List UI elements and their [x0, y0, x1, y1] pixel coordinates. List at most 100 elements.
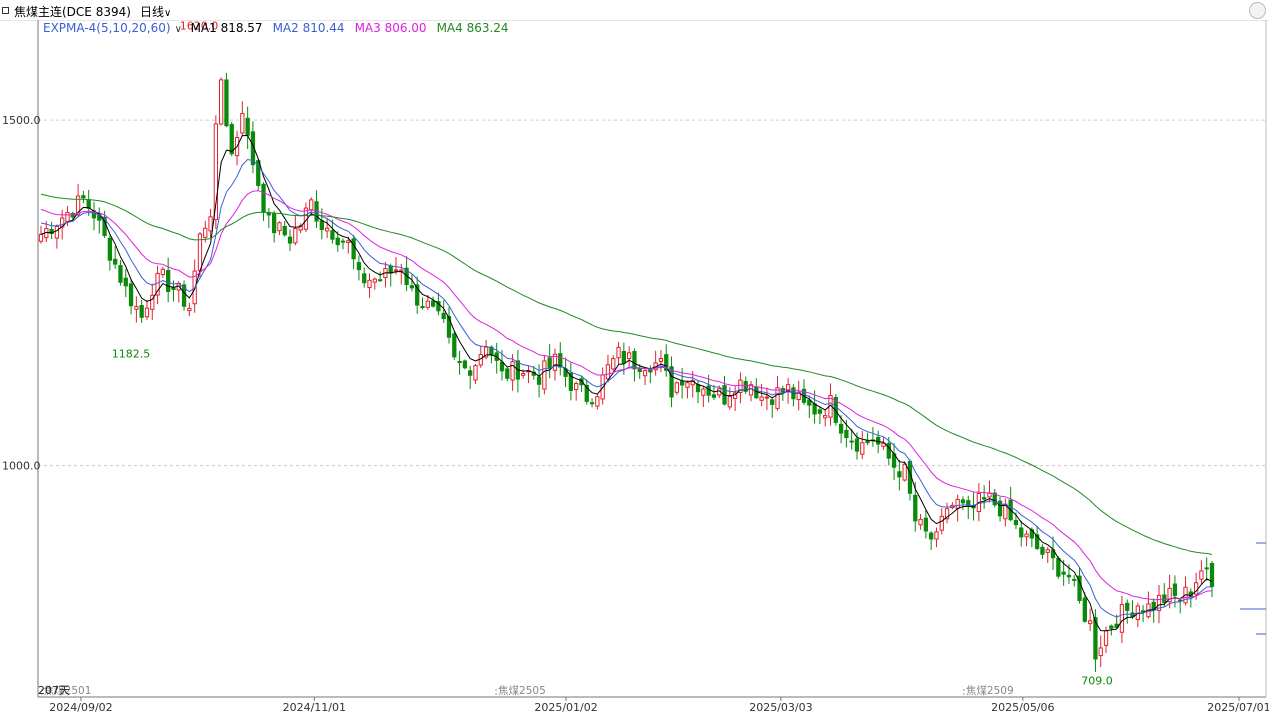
candle-down [1019, 527, 1024, 538]
bar-count-label: 207天 [38, 684, 70, 697]
y-tick-label: 1000.0 [2, 460, 41, 473]
candle-up [987, 492, 992, 498]
candle-down [1209, 563, 1215, 587]
candle-up [727, 396, 732, 408]
candle-up [510, 361, 515, 381]
ma-legend-2: MA2 810.44 [273, 21, 345, 35]
candle-up [775, 387, 780, 409]
candle-down [854, 438, 860, 452]
candle-down [589, 402, 595, 405]
candle-down [838, 423, 844, 434]
candle-down [319, 220, 324, 231]
candle-down [982, 497, 987, 500]
extreme-label: 709.0 [1081, 675, 1113, 688]
candle-down [1204, 567, 1209, 570]
candle-up [187, 307, 192, 312]
candle-up [1024, 533, 1029, 538]
candle-down [1066, 574, 1072, 578]
candle-up [759, 396, 764, 401]
candle-down [377, 279, 383, 282]
candle-down [865, 440, 870, 444]
candle-up [918, 518, 923, 526]
candle-up [203, 227, 208, 238]
candle-down [123, 277, 128, 287]
candle-up [860, 442, 865, 455]
candle-down [287, 236, 293, 244]
candle-down [1013, 520, 1019, 526]
candle-up [346, 240, 351, 244]
candle-up [144, 307, 150, 318]
candle-up [939, 515, 944, 531]
candle-down [420, 306, 425, 309]
candle-down [706, 385, 711, 396]
kline-chart[interactable]: 1500.0 1000.0 2024/09/02 2024/11/01 2025/01/… [0, 0, 1269, 715]
candle-up [902, 463, 907, 481]
candle-down [632, 351, 637, 370]
candle-up [372, 278, 377, 283]
candle-down [335, 237, 340, 246]
candle-up [642, 370, 648, 377]
x-tick-label: 2024/11/01 [283, 701, 346, 714]
candle-down [876, 436, 881, 445]
candle-down [128, 283, 134, 307]
candle-down [245, 117, 250, 136]
candle-up [240, 113, 245, 134]
candle-up [823, 415, 828, 419]
candle-down [1109, 625, 1114, 629]
candle-down [505, 368, 510, 379]
candle-down [1172, 583, 1178, 596]
candle-down [1056, 557, 1061, 577]
candle-down [261, 183, 266, 213]
candle-down [409, 285, 415, 289]
candle-up [934, 531, 939, 540]
ma-legend-3: MA3 806.00 [355, 21, 427, 35]
candle-up [595, 396, 600, 407]
candle-down [81, 195, 86, 199]
candle-down [224, 79, 229, 127]
candle-down [849, 440, 854, 443]
candle-down [282, 225, 287, 236]
x-tick-label: 2025/07/01 [1207, 701, 1269, 714]
candle-down [118, 265, 123, 283]
candle-up [277, 222, 282, 232]
candle-down [441, 312, 446, 320]
candle-down [1040, 546, 1045, 555]
candle-up [1103, 630, 1109, 646]
candle-down [695, 384, 701, 393]
y-tick-label: 1500.0 [2, 114, 41, 127]
candle-down [388, 265, 393, 274]
candle-up [1087, 620, 1093, 625]
candle-down [271, 213, 277, 234]
x-tick-label: 2025/05/06 [991, 701, 1054, 714]
candle-up [611, 358, 616, 370]
candle-up [160, 268, 166, 276]
candle-up [1199, 570, 1204, 580]
candle-down [1082, 597, 1087, 622]
candle-up [685, 382, 690, 388]
candle-up [309, 199, 314, 211]
candle-down [960, 499, 966, 504]
candle-down [499, 361, 505, 372]
candle-down [536, 376, 542, 385]
contract-label: 焦煤2509 [966, 684, 1014, 697]
candle-up [324, 227, 330, 232]
candle-down [351, 238, 356, 260]
candle-up [542, 360, 547, 390]
indicator-name: EXPMA-4(5,10,20,60) [43, 21, 171, 35]
candle-down [1061, 571, 1066, 575]
candle-down [679, 380, 685, 386]
candle-down [621, 350, 626, 364]
extreme-label: 1182.5 [112, 348, 151, 361]
candle-up [1045, 549, 1050, 553]
candle-down [913, 494, 918, 522]
candle-down [844, 429, 849, 439]
candle-down [362, 273, 367, 284]
ma-legend-1: MA1 818.57 [191, 21, 263, 35]
candle-down [107, 237, 113, 261]
candle-down [817, 409, 823, 414]
candle-down [452, 333, 457, 358]
candle-down [229, 124, 234, 155]
candle-up [701, 388, 706, 396]
candle-up [425, 300, 430, 308]
ma-legend-4: MA4 863.24 [437, 21, 509, 35]
